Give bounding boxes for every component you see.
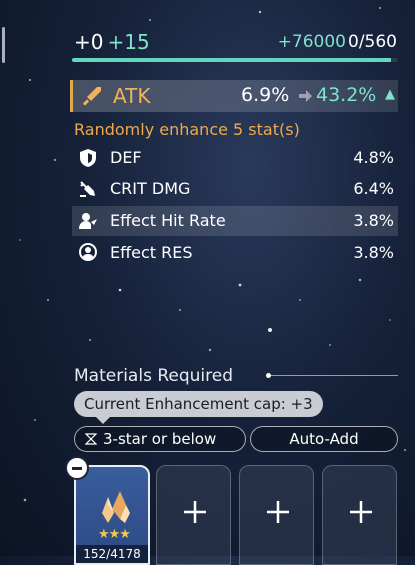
substat-name: DEF: [110, 148, 142, 167]
exp-progress-fill: [72, 58, 392, 62]
divider: [266, 373, 398, 378]
substat-name: CRIT DMG: [110, 179, 191, 198]
main-stat-from: 6.9%: [241, 84, 290, 106]
enhancement-cap-tooltip: Current Enhancement cap: +3: [74, 391, 323, 424]
rarity-filter-button[interactable]: 3-star or below: [74, 426, 246, 452]
main-stat-row: ATK 6.9% 43.2% ▲: [70, 80, 398, 112]
fuel-crystal-icon: [102, 491, 130, 523]
random-enhance-note: Randomly enhance 5 stat(s): [74, 120, 300, 139]
substat-name: Effect Hit Rate: [110, 211, 226, 230]
material-slot-empty[interactable]: [322, 465, 397, 565]
substat-value: 4.8%: [353, 148, 394, 167]
main-stat-name: ATK: [113, 84, 151, 108]
substat-row-def: DEF 4.8%: [72, 143, 398, 173]
substat-value: 3.8%: [353, 211, 394, 230]
remove-material-button[interactable]: [65, 456, 89, 480]
substat-row-effect-res: Effect RES 3.8%: [72, 238, 398, 268]
auto-add-button[interactable]: Auto-Add: [250, 426, 398, 452]
arrow-right-icon: [299, 90, 312, 102]
material-count: 152/4178: [76, 545, 148, 563]
effect-res-icon: [79, 243, 97, 261]
shield-icon: [80, 149, 96, 167]
main-stat-to: 43.2%: [316, 84, 377, 106]
up-triangle-icon: ▲: [385, 87, 395, 102]
effect-hit-icon: [79, 213, 97, 229]
materials-title: Materials Required: [74, 366, 233, 386]
hourglass-icon: [85, 433, 97, 445]
substat-row-effect-hit-rate: Effect Hit Rate 3.8%: [72, 206, 398, 236]
exp-gain: +76000: [277, 32, 346, 52]
exp-value: 0/560: [348, 32, 397, 52]
material-slot-empty[interactable]: [239, 465, 314, 565]
material-slot-filled[interactable]: ★★★ 152/4178: [74, 465, 150, 565]
rarity-filter-label: 3-star or below: [103, 430, 217, 448]
crit-dmg-icon: [80, 181, 95, 197]
sword-icon: [83, 87, 101, 106]
add-icon: [184, 501, 206, 523]
enhance-level: +0 +15: [74, 30, 150, 54]
substat-row-crit-dmg: CRIT DMG 6.4%: [72, 174, 398, 204]
exp-progress-bar: [72, 58, 398, 62]
substat-value: 6.4%: [353, 179, 394, 198]
material-slot-empty[interactable]: [156, 465, 231, 565]
substat-value: 3.8%: [353, 243, 394, 262]
rarity-stars: ★★★: [98, 527, 131, 542]
exp-readout: +76000 0/560: [278, 32, 397, 52]
substat-name: Effect RES: [110, 243, 193, 262]
add-icon: [350, 501, 372, 523]
level-current: +0: [74, 30, 104, 54]
add-icon: [267, 501, 289, 523]
level-added: +15: [107, 30, 150, 54]
scroll-indicator[interactable]: [2, 27, 5, 63]
